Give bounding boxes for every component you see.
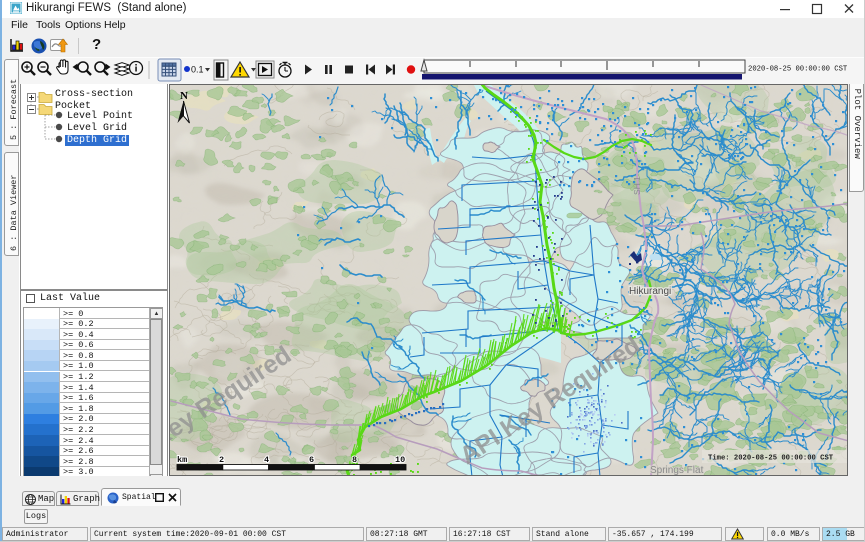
svg-text:2: 2 [219,455,224,465]
svg-text:Hikurangi: Hikurangi [629,286,671,297]
svg-text:km: km [177,455,187,465]
svg-text:2020-08-25 00:00:00 CST: 2020-08-25 00:00:00 CST [748,66,848,74]
svg-text:4: 4 [264,455,269,465]
svg-text:SH 1: SH 1 [632,176,642,195]
svg-text:6: 6 [309,455,314,465]
svg-text:0.1: 0.1 [191,65,204,75]
svg-text:Time: 2020-08-25 00:00:00 CST: Time: 2020-08-25 00:00:00 CST [708,455,834,463]
svg-text:Springs Flat: Springs Flat [650,465,704,476]
svg-text:10: 10 [395,455,405,465]
svg-text:N: N [180,90,188,102]
svg-text:8: 8 [352,455,357,465]
